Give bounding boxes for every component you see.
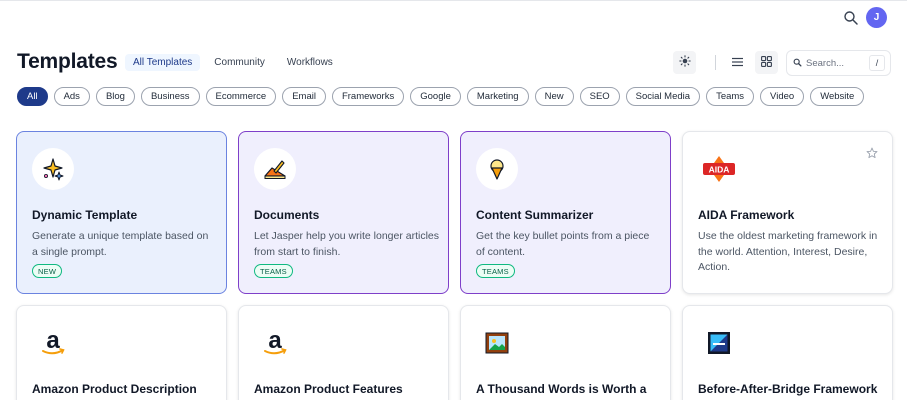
filter-blog[interactable]: Blog (95, 87, 135, 106)
pencil-document-icon (254, 148, 296, 190)
search-shortcut-key: / (869, 55, 885, 71)
favorite-star-icon[interactable] (866, 146, 878, 159)
filter-teams[interactable]: Teams (706, 87, 755, 106)
picture-icon (476, 322, 518, 364)
filter-ads[interactable]: Ads (53, 87, 90, 106)
svg-text:a: a (268, 328, 282, 354)
card-description: Let Jasper help you write longer article… (254, 230, 440, 258)
tab-workflows[interactable]: Workflows (279, 54, 341, 71)
card-title: Documents (254, 208, 320, 222)
sparkle-icon (32, 148, 74, 190)
card-description: Generate a unique template based on a si… (32, 230, 209, 258)
category-filters: All Ads Blog Business Ecommerce Email Fr… (17, 87, 865, 106)
filter-email[interactable]: Email (282, 87, 326, 106)
list-view-button[interactable] (726, 51, 749, 74)
filter-website[interactable]: Website (810, 87, 865, 106)
status-badge: TEAMS (254, 264, 293, 278)
grid-view-icon (761, 54, 772, 72)
template-card-aida-framework[interactable]: AIDA AIDA Framework Use the oldest marke… (682, 131, 893, 294)
template-card-documents[interactable]: Documents Let Jasper help you write long… (238, 131, 449, 294)
template-card-dynamic-template[interactable]: Dynamic Template Generate a unique templ… (16, 131, 227, 294)
search-icon[interactable] (843, 10, 859, 26)
card-description: Use the oldest marketing framework in th… (698, 230, 878, 273)
card-title: Dynamic Template (32, 208, 138, 222)
status-badge: NEW (32, 264, 63, 278)
filter-all[interactable]: All (17, 87, 48, 106)
avatar[interactable]: J (866, 7, 887, 28)
tab-community[interactable]: Community (206, 54, 273, 71)
filter-business[interactable]: Business (140, 87, 200, 106)
card-title: AIDA Framework (698, 208, 795, 222)
toolbar-divider (715, 55, 716, 70)
filter-ecommerce[interactable]: Ecommerce (205, 87, 277, 106)
card-title: Content Summarizer (476, 208, 594, 222)
filter-video[interactable]: Video (760, 87, 805, 106)
template-card-a-thousand-words[interactable]: A Thousand Words is Worth a (460, 305, 671, 400)
filter-frameworks[interactable]: Frameworks (331, 87, 405, 106)
filter-social-media[interactable]: Social Media (625, 87, 701, 106)
page-title: Templates (17, 50, 118, 73)
card-title: Amazon Product Features (254, 382, 403, 396)
card-description: Get the key bullet points from a piece o… (476, 230, 650, 258)
card-title: Amazon Product Description (32, 382, 197, 396)
status-badge: TEAMS (476, 264, 515, 278)
sun-icon (678, 54, 691, 72)
search-icon (793, 54, 802, 72)
list-view-icon (732, 54, 743, 72)
amazon-icon: a (254, 322, 296, 364)
template-search: / (786, 50, 891, 76)
card-title: A Thousand Words is Worth a (476, 382, 647, 396)
template-card-amazon-product-description[interactable]: a Amazon Product Description (16, 305, 227, 400)
tab-all-templates[interactable]: All Templates (125, 54, 201, 71)
ice-cream-icon (476, 148, 518, 190)
template-card-content-summarizer[interactable]: Content Summarizer Get the key bullet po… (460, 131, 671, 294)
svg-text:a: a (46, 328, 60, 354)
card-title: Before-After-Bridge Framework (698, 382, 878, 396)
filter-marketing[interactable]: Marketing (466, 87, 529, 106)
aida-logo-icon: AIDA (698, 148, 740, 190)
filter-new[interactable]: New (534, 87, 574, 106)
grid-view-button[interactable] (755, 51, 778, 74)
template-tabs: All Templates Community Workflows (125, 54, 341, 71)
amazon-icon: a (32, 322, 74, 364)
filter-google[interactable]: Google (410, 87, 461, 106)
svg-text:AIDA: AIDA (709, 165, 730, 175)
bridge-picture-icon (698, 322, 740, 364)
search-input[interactable] (806, 57, 868, 69)
filter-seo[interactable]: SEO (579, 87, 620, 106)
template-card-before-after-bridge[interactable]: Before-After-Bridge Framework (682, 305, 893, 400)
top-bar: J (0, 0, 907, 34)
template-card-amazon-product-features[interactable]: a Amazon Product Features (238, 305, 449, 400)
theme-toggle-button[interactable] (673, 51, 696, 74)
